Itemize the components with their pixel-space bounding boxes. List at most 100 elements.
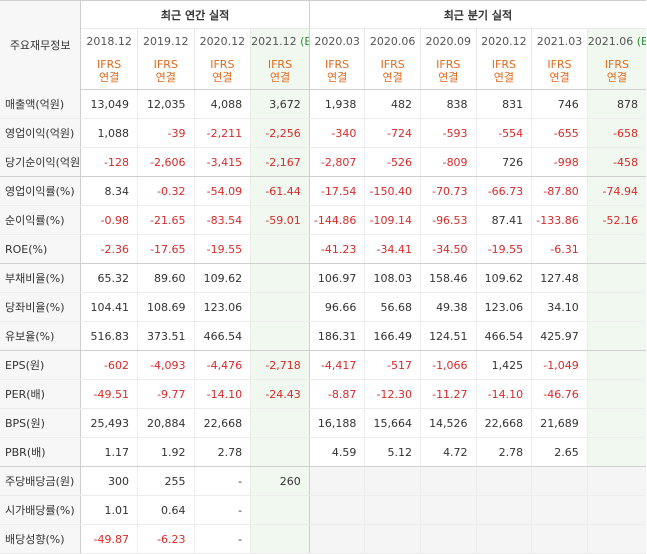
value-cell: 14,526 bbox=[419, 408, 477, 438]
value-cell: 21,689 bbox=[531, 408, 588, 438]
value-cell: 127.48 bbox=[531, 263, 588, 293]
table-row: 배당성향(%) -49.87 -6.23- bbox=[0, 524, 646, 554]
value-cell: 726 bbox=[475, 147, 532, 177]
value-cell: 108.03 bbox=[364, 263, 421, 293]
period-date-text: 2018.12 bbox=[86, 34, 132, 48]
value-cell: 186.31 bbox=[308, 321, 365, 351]
value-cell: 16,188 bbox=[308, 408, 365, 438]
row-label: 배당성향(%) bbox=[0, 524, 82, 554]
quarter-group-title: 최근 분기 실적 bbox=[308, 0, 646, 29]
value-cell: -526 bbox=[364, 147, 421, 177]
value-cell: -17.65 bbox=[136, 234, 195, 264]
value-cell: -1,049 bbox=[531, 350, 588, 380]
value-cell: -6.31 bbox=[531, 234, 588, 264]
basis-consolidated: 연결 bbox=[493, 71, 514, 84]
period-date-4: 2020.03 bbox=[308, 28, 365, 53]
value-cell: 49.38 bbox=[419, 292, 477, 322]
period-date-text: 2020.12 bbox=[481, 34, 527, 48]
value-cell: -17.54 bbox=[308, 176, 365, 206]
value-cell: -14.10 bbox=[193, 379, 251, 409]
value-cell: 373.51 bbox=[136, 321, 195, 351]
value-cell: -14.10 bbox=[475, 379, 532, 409]
basis-ifrs: IFRS bbox=[267, 58, 293, 71]
value-cell: -128 bbox=[80, 147, 138, 177]
header-label: 주요재무정보 bbox=[0, 0, 82, 90]
value-cell: 2.65 bbox=[531, 437, 588, 467]
basis-ifrs: IFRS bbox=[547, 58, 572, 71]
value-cell: 104.41 bbox=[80, 292, 138, 322]
value-cell: 65.32 bbox=[80, 263, 138, 293]
row-label: ROE(%) bbox=[0, 234, 82, 264]
value-cell: 89.60 bbox=[136, 263, 195, 293]
basis-consolidated: 연결 bbox=[382, 71, 403, 84]
value-cell: -109.14 bbox=[364, 205, 421, 235]
period-date-9: 2021.06 (E) bbox=[586, 28, 646, 53]
value-cell: -70.73 bbox=[419, 176, 477, 206]
value-cell: -41.23 bbox=[308, 234, 365, 264]
value-cell: 123.06 bbox=[193, 292, 251, 322]
period-date-text: 2020.12 bbox=[199, 34, 246, 48]
value-cell: -21.65 bbox=[136, 205, 195, 235]
period-basis-8: IFRS 연결 bbox=[531, 53, 588, 90]
period-basis-2: IFRS 연결 bbox=[193, 53, 251, 90]
value-cell: 8.34 bbox=[80, 176, 138, 206]
value-cell: 166.49 bbox=[364, 321, 421, 351]
value-cell bbox=[250, 437, 310, 467]
value-cell: 4.72 bbox=[419, 437, 477, 467]
value-cell bbox=[250, 234, 310, 264]
value-cell: 1.92 bbox=[136, 437, 195, 467]
period-date-text: 2020.06 bbox=[369, 34, 416, 48]
value-cell bbox=[250, 292, 310, 322]
table-row: PBR(배) 1.17 1.92 2.78 4.59 5.12 4.72 2.78 2.65 bbox=[0, 437, 646, 467]
value-cell: -2,211 bbox=[193, 118, 251, 148]
value-cell: 109.62 bbox=[193, 263, 251, 293]
value-cell bbox=[250, 263, 310, 293]
value-cell: -8.87 bbox=[308, 379, 365, 409]
value-cell: -24.43 bbox=[250, 379, 310, 409]
value-cell: 34.10 bbox=[531, 292, 588, 322]
value-cell: -602 bbox=[80, 350, 138, 380]
row-label: 당기순이익(억원) bbox=[0, 147, 82, 177]
value-cell bbox=[531, 524, 588, 554]
table-row: 매출액(억원) 13,049 12,035 4,088 3,672 1,938 482 838… bbox=[0, 89, 646, 119]
value-cell bbox=[475, 495, 532, 525]
value-cell: -2.36 bbox=[80, 234, 138, 264]
row-label: 순이익률(%) bbox=[0, 205, 82, 235]
value-cell: 746 bbox=[531, 89, 588, 119]
table-row: 영업이익(억원) 1,088 -39 -2,211 -2,256 -340 -724 -593… bbox=[0, 118, 646, 148]
row-label: EPS(원) bbox=[0, 350, 82, 380]
value-cell bbox=[586, 466, 646, 496]
value-cell: -133.86 bbox=[531, 205, 588, 235]
value-cell: 56.68 bbox=[364, 292, 421, 322]
value-cell: 260 bbox=[250, 466, 310, 496]
value-cell: -54.09 bbox=[193, 176, 251, 206]
basis-consolidated: 연결 bbox=[212, 71, 233, 84]
value-cell: -4,476 bbox=[193, 350, 251, 380]
value-cell: -61.44 bbox=[250, 176, 310, 206]
period-basis-7: IFRS 연결 bbox=[475, 53, 532, 90]
row-label: PER(배) bbox=[0, 379, 82, 409]
value-cell bbox=[419, 466, 477, 496]
value-cell: 22,668 bbox=[475, 408, 532, 438]
value-cell: -655 bbox=[531, 118, 588, 148]
table-row: ROE(%) -2.36 -17.65 -19.55 -41.23 -34.41 -34.5… bbox=[0, 234, 646, 264]
annual-group-title: 최근 연간 실적 bbox=[80, 0, 310, 29]
row-label: BPS(원) bbox=[0, 408, 82, 438]
row-label: 매출액(억원) bbox=[0, 89, 82, 119]
basis-ifrs: IFRS bbox=[97, 58, 122, 71]
value-cell: -0.32 bbox=[136, 176, 195, 206]
value-cell: -3,415 bbox=[193, 147, 251, 177]
value-cell: 5.12 bbox=[364, 437, 421, 467]
value-cell: -144.86 bbox=[308, 205, 365, 235]
period-date-text: 2021.12 bbox=[251, 34, 297, 48]
value-cell: -2,256 bbox=[250, 118, 310, 148]
period-date-text: 2019.12 bbox=[143, 34, 189, 48]
value-cell bbox=[364, 466, 421, 496]
value-cell bbox=[250, 524, 310, 554]
period-date-text: 2020.09 bbox=[425, 34, 472, 48]
value-cell: -34.41 bbox=[364, 234, 421, 264]
value-cell: 3,672 bbox=[250, 89, 310, 119]
value-cell: - bbox=[193, 495, 251, 525]
basis-consolidated: 연결 bbox=[326, 71, 348, 84]
value-cell bbox=[586, 263, 646, 293]
